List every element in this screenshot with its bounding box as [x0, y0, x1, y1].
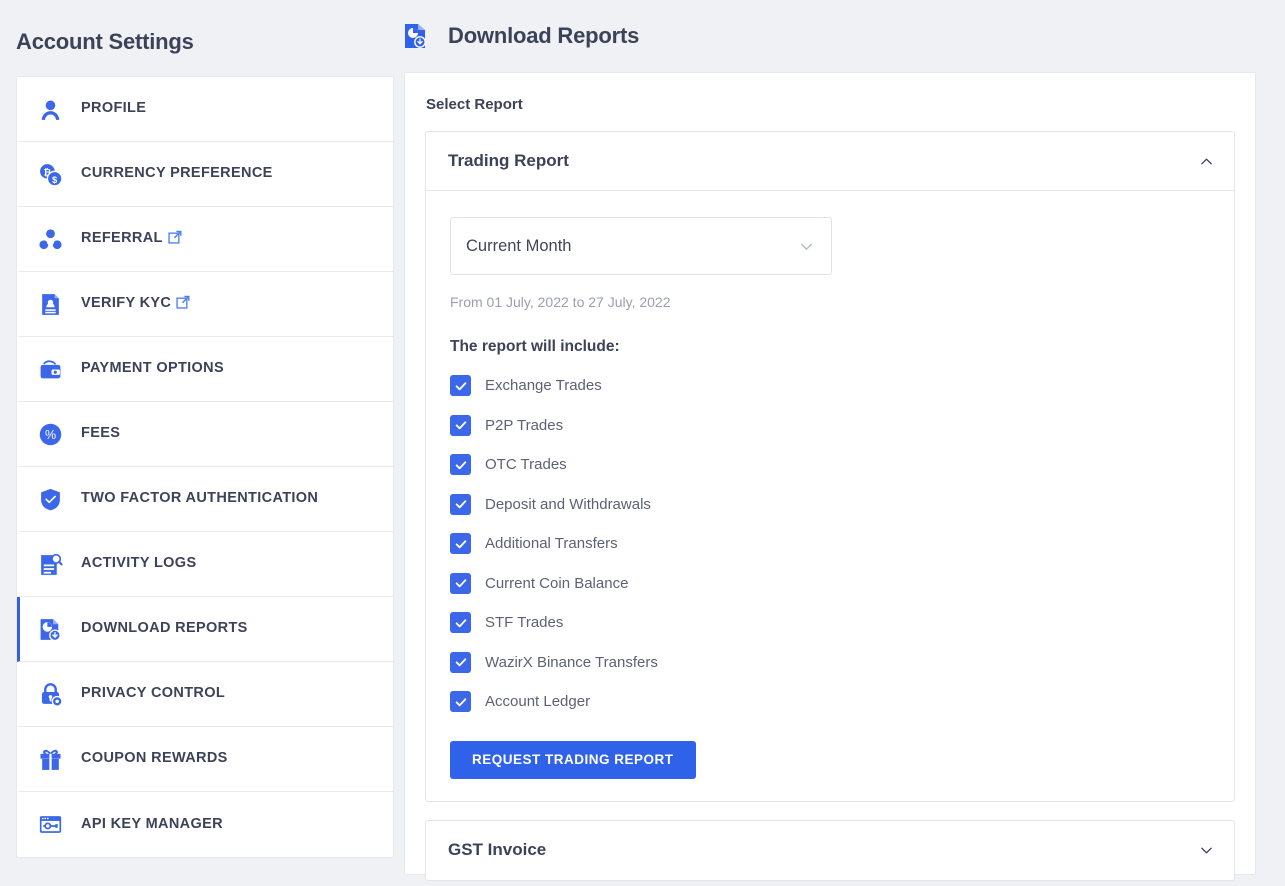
chevron-down-icon: [798, 238, 815, 255]
report-option-label: Deposit and Withdrawals: [485, 495, 651, 513]
date-range-text: From 01 July, 2022 to 27 July, 2022: [450, 294, 671, 310]
period-select-value: Current Month: [466, 236, 572, 255]
sidebar-item-verify-kyc[interactable]: VERIFY KYC: [17, 272, 393, 337]
external-link-icon[interactable]: [163, 230, 182, 248]
lock-gear-icon: [37, 681, 63, 707]
report-option-row[interactable]: Account Ledger: [450, 682, 1212, 722]
report-option-label: WazirX Binance Transfers: [485, 653, 658, 671]
checkbox-checked-icon[interactable]: [450, 414, 471, 436]
sidebar-item-label: FEES: [81, 425, 121, 442]
shield-check-icon: [37, 486, 63, 512]
report-option-label: Account Ledger: [485, 693, 591, 711]
gst-invoice-accordion-header[interactable]: GST Invoice: [426, 821, 1234, 880]
trading-report-title: Trading Report: [448, 151, 569, 170]
trading-report-body: Current Month From 01 July, 2022 to 27 J…: [426, 191, 1234, 801]
sidebar-item-two-factor-authentication[interactable]: TWO FACTOR AUTHENTICATION: [17, 467, 393, 532]
select-report-label: Select Report: [426, 96, 523, 113]
panel-header: Download Reports: [404, 0, 1256, 72]
report-option-label: P2P Trades: [485, 416, 564, 434]
request-trading-report-button[interactable]: REQUEST TRADING REPORT: [450, 740, 696, 779]
profile-icon: [37, 96, 63, 122]
svg-text:$: $: [52, 174, 58, 184]
report-option-row[interactable]: Additional Transfers: [450, 524, 1212, 564]
trading-report-accordion: Trading Report Current Month From 01 Jul…: [425, 131, 1235, 802]
referral-icon: [37, 226, 63, 252]
report-option-row[interactable]: Current Coin Balance: [450, 564, 1212, 604]
include-title: The report will include:: [450, 338, 620, 355]
sidebar-item-currency-preference[interactable]: ₿ $ CURRENCY PREFERENCE: [17, 142, 393, 207]
sidebar-item-payment-options[interactable]: PAYMENT OPTIONS: [17, 337, 393, 402]
sidebar-item-profile[interactable]: PROFILE: [17, 77, 393, 142]
report-options-list: Exchange Trades P2P Trades OTC Trades Depos…: [450, 366, 1212, 722]
checkbox-checked-icon[interactable]: [450, 493, 471, 515]
report-option-row[interactable]: STF Trades: [450, 603, 1212, 643]
report-option-row[interactable]: WazirX Binance Transfers: [450, 643, 1212, 683]
report-option-row[interactable]: Exchange Trades: [450, 366, 1212, 406]
sidebar-item-label: REFERRAL: [81, 230, 163, 247]
sidebar-item-coupon-rewards[interactable]: COUPON REWARDS: [17, 727, 393, 792]
gift-icon: [37, 746, 63, 772]
sidebar-item-label: PROFILE: [81, 100, 147, 117]
sidebar-item-label: DOWNLOAD REPORTS: [81, 620, 248, 637]
sidebar-item-label: CURRENCY PREFERENCE: [81, 165, 273, 182]
sidebar-item-referral[interactable]: REFERRAL: [17, 207, 393, 272]
main-column: Download Reports Select Report Trading R…: [404, 0, 1256, 886]
gst-invoice-title: GST Invoice: [448, 840, 547, 859]
checkbox-checked-icon[interactable]: [450, 651, 471, 673]
page-title: Account Settings: [16, 29, 194, 54]
report-option-label: Current Coin Balance: [485, 574, 629, 592]
checkbox-checked-icon[interactable]: [450, 454, 471, 476]
checkbox-checked-icon[interactable]: [450, 572, 471, 594]
sidebar-item-label: COUPON REWARDS: [81, 750, 228, 767]
sidebar-item-download-reports[interactable]: DOWNLOAD REPORTS: [17, 597, 393, 662]
sidebar-item-label: TWO FACTOR AUTHENTICATION: [81, 490, 319, 507]
sidebar-item-label: ACTIVITY LOGS: [81, 555, 197, 572]
report-option-label: Additional Transfers: [485, 535, 618, 553]
checkbox-checked-icon[interactable]: [450, 612, 471, 634]
checkbox-checked-icon[interactable]: [450, 691, 471, 713]
sidebar-item-activity-logs[interactable]: ACTIVITY LOGS: [17, 532, 393, 597]
sidebar-item-api-key-manager[interactable]: API KEY MANAGER: [17, 792, 393, 857]
trading-report-accordion-header[interactable]: Trading Report: [426, 132, 1234, 191]
account-settings-page: Account Settings PROFILE ₿ $ CURRENCY PREFE…: [0, 0, 1285, 886]
svg-text:%: %: [44, 427, 55, 441]
chevron-up-icon[interactable]: [1199, 154, 1214, 169]
wallet-icon: [37, 356, 63, 382]
checkbox-checked-icon[interactable]: [450, 533, 471, 555]
percent-icon: %: [37, 421, 63, 447]
sidebar-item-label: PAYMENT OPTIONS: [81, 360, 225, 377]
sidebar-item-privacy-control[interactable]: PRIVACY CONTROL: [17, 662, 393, 727]
report-option-row[interactable]: OTC Trades: [450, 445, 1212, 485]
checkbox-checked-icon[interactable]: [450, 375, 471, 397]
reports-card: Select Report Trading Report Current Mon…: [404, 72, 1256, 881]
sidebar-item-fees[interactable]: % FEES: [17, 402, 393, 467]
panel-title: Download Reports: [448, 23, 640, 48]
kyc-icon: [37, 291, 63, 317]
sidebar-menu: PROFILE ₿ $ CURRENCY PREFERENCE REFERRAL VERI…: [16, 76, 394, 858]
api-window-icon: [37, 812, 63, 838]
report-download-icon: [37, 616, 63, 642]
report-option-label: Exchange Trades: [485, 377, 602, 395]
sidebar-item-label: API KEY MANAGER: [81, 815, 223, 832]
sidebar-column: Account Settings PROFILE ₿ $ CURRENCY PREFE…: [0, 0, 394, 886]
period-select[interactable]: Current Month: [450, 217, 832, 275]
report-option-row[interactable]: Deposit and Withdrawals: [450, 485, 1212, 525]
report-option-label: OTC Trades: [485, 456, 567, 474]
sidebar-item-label: VERIFY KYC: [81, 295, 172, 312]
external-link-icon[interactable]: [171, 295, 190, 313]
sidebar-item-label: PRIVACY CONTROL: [81, 685, 226, 702]
report-option-label: STF Trades: [485, 614, 564, 632]
chevron-down-icon[interactable]: [1199, 843, 1214, 858]
document-search-icon: [37, 551, 63, 577]
currency-icon: ₿ $: [37, 161, 63, 187]
gst-invoice-accordion: GST Invoice: [425, 819, 1235, 881]
report-download-icon: [404, 23, 426, 49]
report-option-row[interactable]: P2P Trades: [450, 406, 1212, 446]
